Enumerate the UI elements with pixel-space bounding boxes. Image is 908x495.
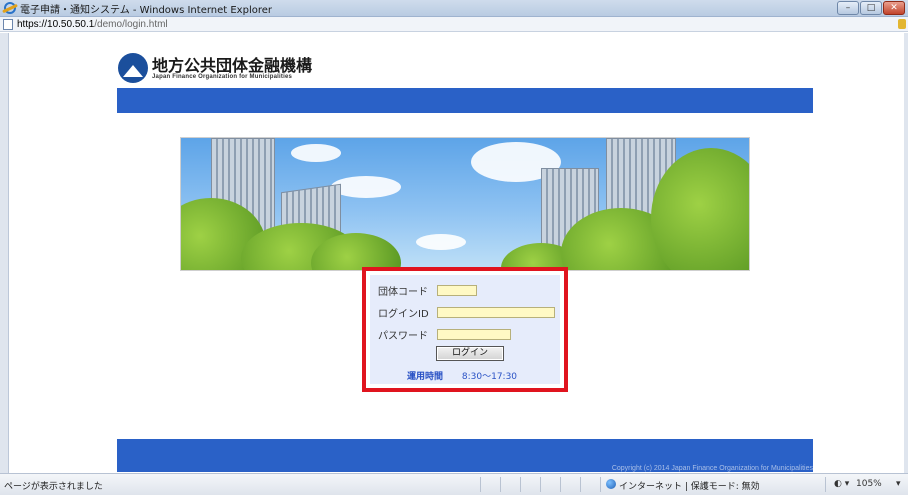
close-button[interactable]: ✕ — [883, 1, 905, 15]
operating-hours: 運用時間 8:30〜17:30 — [407, 369, 517, 382]
zoom-caret-icon[interactable]: ▾ — [896, 479, 901, 489]
header-band — [117, 88, 813, 113]
address-bar[interactable]: https://10.50.50.1 /demo/login.html — [0, 17, 908, 32]
window-titlebar: 電子申請・通知システム - Windows Internet Explorer … — [0, 0, 908, 17]
logo-mark-icon — [118, 53, 148, 83]
login-id-select[interactable] — [437, 307, 555, 318]
footer-band: Copyright (c) 2014 Japan Finance Organiz… — [117, 439, 813, 472]
window-frame-right — [904, 33, 908, 473]
window-title: 電子申請・通知システム - Windows Internet Explorer — [20, 4, 273, 16]
status-bar: ページが表示されました インターネット | 保護モード: 無効 ◐ ▾ 105%… — [0, 473, 908, 495]
logo-name-en: Japan Finance Organization for Municipal… — [152, 73, 293, 80]
security-zone[interactable]: インターネット | 保護モード: 無効 — [619, 479, 760, 492]
zoom-level[interactable]: 105% — [856, 479, 882, 489]
url-host: https://10.50.50.1 — [17, 18, 95, 30]
page-icon — [3, 18, 13, 30]
site-logo: 地方公共団体金融機構 Japan Finance Organization fo… — [118, 53, 312, 83]
password-label: パスワード — [378, 331, 428, 342]
login-highlight-frame: 団体コード ログインID パスワード ログイン 運用時間 8:30〜17:30 — [362, 267, 568, 392]
minimize-button[interactable]: – — [837, 1, 859, 15]
hours-label: 運用時間 — [407, 372, 444, 382]
window-controls: – □ ✕ — [837, 1, 905, 15]
password-input[interactable] — [437, 329, 511, 340]
login-id-label: ログインID — [378, 309, 429, 320]
window-frame-left — [0, 33, 9, 473]
maximize-button[interactable]: □ — [860, 1, 882, 15]
lock-icon[interactable] — [898, 19, 906, 29]
login-button[interactable]: ログイン — [436, 346, 504, 361]
url-path: /demo/login.html — [94, 18, 168, 30]
status-text: ページが表示されました — [4, 482, 103, 492]
ie-logo-icon — [4, 2, 16, 14]
hero-image — [180, 137, 750, 271]
hours-value: 8:30〜17:30 — [461, 372, 518, 382]
login-form: 団体コード ログインID パスワード ログイン 運用時間 8:30〜17:30 — [370, 275, 560, 384]
group-code-label: 団体コード — [378, 287, 428, 298]
copyright-text: Copyright (c) 2014 Japan Finance Organiz… — [611, 465, 813, 472]
globe-icon — [606, 479, 616, 489]
zoom-options-icon[interactable]: ◐ ▾ — [834, 479, 849, 489]
logo-name-jp: 地方公共団体金融機構 — [152, 55, 313, 75]
group-code-input[interactable] — [437, 285, 477, 296]
